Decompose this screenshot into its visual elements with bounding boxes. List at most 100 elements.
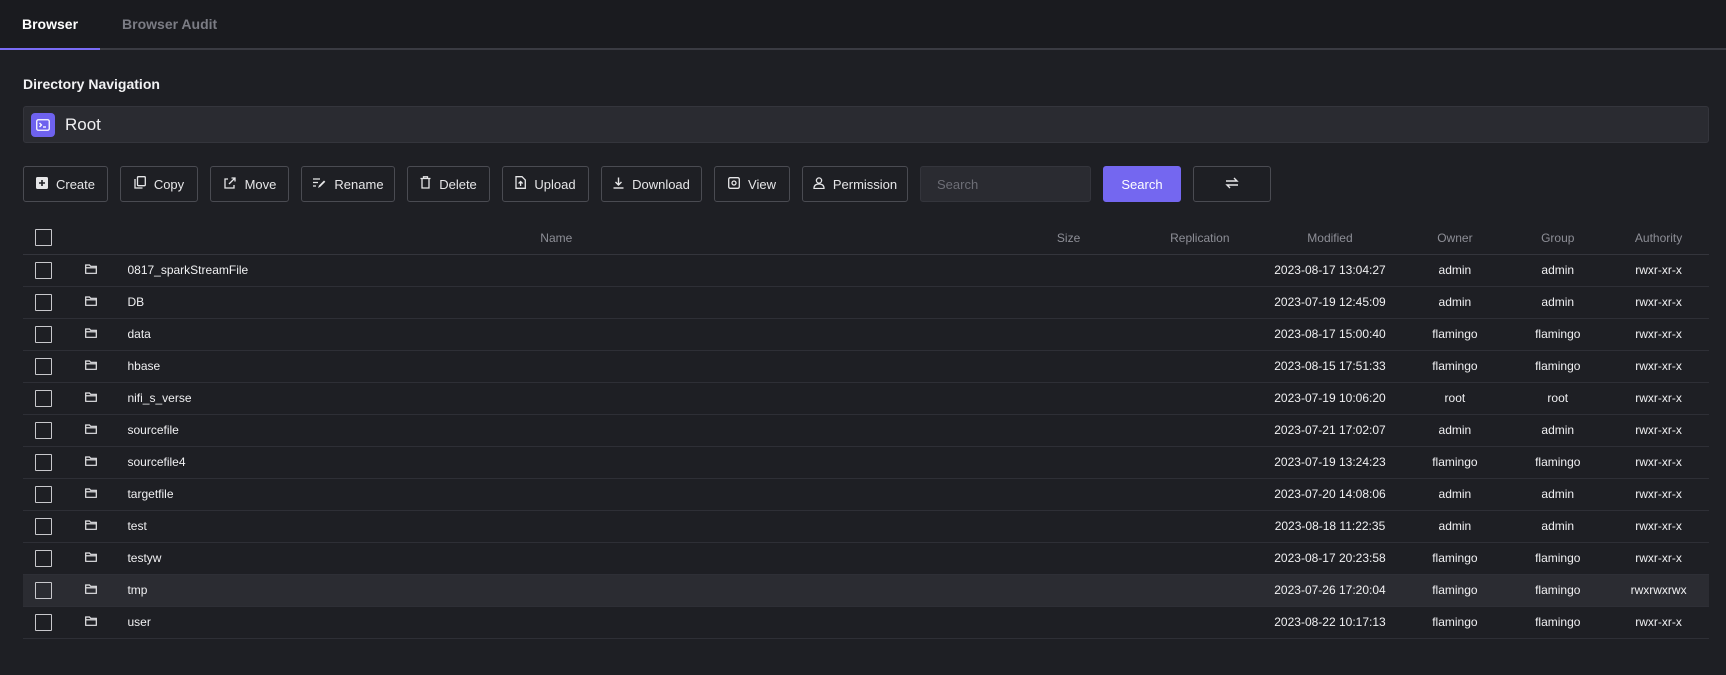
upload-button[interactable]: Upload (502, 166, 589, 202)
tab-browser-audit[interactable]: Browser Audit (100, 0, 239, 48)
table-row[interactable]: hbase 2023-08-15 17:51:33 flamingo flamingo… (23, 350, 1709, 383)
row-checkbox[interactable] (35, 549, 53, 567)
tab-browser[interactable]: Browser (0, 0, 101, 50)
search-input[interactable] (920, 166, 1091, 202)
view-button[interactable]: View (714, 166, 790, 202)
row-checkbox-cell (23, 318, 65, 351)
authority-column-header[interactable]: Authority (1608, 222, 1709, 255)
file-name-link[interactable]: targetfile (117, 487, 173, 501)
toolbar: Create Copy Move Rename Delete Upload Do… (23, 166, 1711, 202)
replication-column-header[interactable]: Replication (1142, 222, 1258, 255)
row-checkbox[interactable] (35, 517, 53, 535)
folder-icon (85, 487, 98, 501)
row-checkbox[interactable] (35, 325, 53, 343)
authority-cell: rwxr-xr-x (1608, 606, 1709, 639)
file-name-link[interactable]: nifi_s_verse (117, 391, 191, 405)
size-cell (995, 254, 1143, 287)
file-name-link[interactable]: testyw (117, 551, 161, 565)
row-checkbox[interactable] (35, 421, 53, 439)
owner-cell: flamingo (1402, 446, 1508, 479)
move-label: Move (244, 176, 277, 192)
size-cell (995, 510, 1143, 543)
create-button[interactable]: Create (23, 166, 108, 202)
table-row[interactable]: testyw 2023-08-17 20:23:58 flamingo flaming… (23, 542, 1709, 575)
replication-cell (1142, 510, 1258, 543)
search-button[interactable]: Search (1103, 166, 1181, 202)
folder-icon (85, 359, 98, 373)
file-name-link[interactable]: user (117, 615, 150, 629)
download-button[interactable]: Download (601, 166, 702, 202)
user-icon (813, 176, 825, 192)
group-column-header[interactable]: Group (1507, 222, 1609, 255)
delete-label: Delete (439, 176, 477, 192)
file-name-link[interactable]: test (117, 519, 146, 533)
folder-icon-cell (64, 350, 118, 383)
folder-icon-cell (64, 446, 118, 479)
row-checkbox[interactable] (35, 357, 53, 375)
authority-cell: rwxr-xr-x (1608, 478, 1709, 511)
file-name-link[interactable]: hbase (117, 359, 160, 373)
select-all-checkbox[interactable] (35, 229, 53, 247)
path-bar[interactable]: Root (23, 106, 1709, 143)
table-row[interactable]: targetfile 2023-07-20 14:08:06 admin admin r… (23, 478, 1709, 511)
file-name-link[interactable]: 0817_sparkStreamFile (117, 263, 248, 277)
folder-icon-cell (64, 414, 118, 447)
move-button[interactable]: Move (210, 166, 289, 202)
file-name-link[interactable]: sourcefile4 (117, 455, 185, 469)
name-column-header[interactable]: Name (117, 222, 996, 255)
modified-column-header[interactable]: Modified (1257, 222, 1403, 255)
table-row[interactable]: sourcefile4 2023-07-19 13:24:23 flamingo fl… (23, 446, 1709, 479)
owner-cell: flamingo (1402, 318, 1508, 351)
table-row[interactable]: user 2023-08-22 10:17:13 flamingo flamingo r… (23, 606, 1709, 639)
modified-cell: 2023-07-21 17:02:07 (1257, 414, 1403, 447)
table-row[interactable]: data 2023-08-17 15:00:40 flamingo flamingo r… (23, 318, 1709, 351)
size-column-header[interactable]: Size (995, 222, 1143, 255)
replication-cell (1142, 414, 1258, 447)
size-cell (995, 414, 1143, 447)
file-name-cell: tmp (117, 574, 996, 607)
row-checkbox[interactable] (35, 453, 53, 471)
terminal-icon (31, 112, 55, 137)
row-checkbox[interactable] (35, 389, 53, 407)
table-header-row: Name Size Replication Modified Owner Gro… (23, 222, 1709, 255)
file-name-link[interactable]: data (117, 327, 150, 341)
replication-cell (1142, 606, 1258, 639)
modified-cell: 2023-08-18 11:22:35 (1257, 510, 1403, 543)
owner-column-header[interactable]: Owner (1402, 222, 1508, 255)
file-name-cell: sourcefile (117, 414, 996, 447)
rename-icon (312, 177, 326, 192)
size-cell (995, 446, 1143, 479)
table-row[interactable]: 0817_sparkStreamFile 2023-08-17 13:04:27 a… (23, 254, 1709, 287)
authority-cell: rwxr-xr-x (1608, 318, 1709, 351)
row-checkbox[interactable] (35, 485, 53, 503)
authority-cell: rwxr-xr-x (1608, 542, 1709, 575)
row-checkbox[interactable] (35, 581, 53, 599)
table-row[interactable]: tmp 2023-07-26 17:20:04 flamingo flamingo rw… (23, 574, 1709, 607)
table-row[interactable]: sourcefile 2023-07-21 17:02:07 admin admin r… (23, 414, 1709, 447)
icon-column-header (64, 222, 118, 255)
modified-cell: 2023-08-17 15:00:40 (1257, 318, 1403, 351)
copy-button[interactable]: Copy (120, 166, 198, 202)
table-row[interactable]: test 2023-08-18 11:22:35 admin admin rwxr-xr… (23, 510, 1709, 543)
modified-cell: 2023-07-26 17:20:04 (1257, 574, 1403, 607)
row-checkbox[interactable] (35, 293, 53, 311)
file-name-link[interactable]: sourcefile (117, 423, 178, 437)
folder-icon (85, 615, 98, 629)
group-cell: admin (1507, 478, 1609, 511)
copy-icon (134, 176, 146, 192)
row-checkbox-cell (23, 606, 65, 639)
file-name-link[interactable]: DB (117, 295, 144, 309)
folder-icon (85, 519, 98, 533)
table-row[interactable]: nifi_s_verse 2023-07-19 10:06:20 root root r… (23, 382, 1709, 415)
refresh-button[interactable] (1193, 166, 1271, 202)
file-name-link[interactable]: tmp (117, 583, 147, 597)
delete-button[interactable]: Delete (407, 166, 490, 202)
create-label: Create (55, 176, 96, 192)
permission-button[interactable]: Permission (802, 166, 908, 202)
row-checkbox[interactable] (35, 613, 53, 631)
table-row[interactable]: DB 2023-07-19 12:45:09 admin admin rwxr-xr-x (23, 286, 1709, 319)
owner-cell: root (1402, 382, 1508, 415)
rename-button[interactable]: Rename (301, 166, 395, 202)
row-checkbox[interactable] (35, 261, 53, 279)
replication-cell (1142, 478, 1258, 511)
